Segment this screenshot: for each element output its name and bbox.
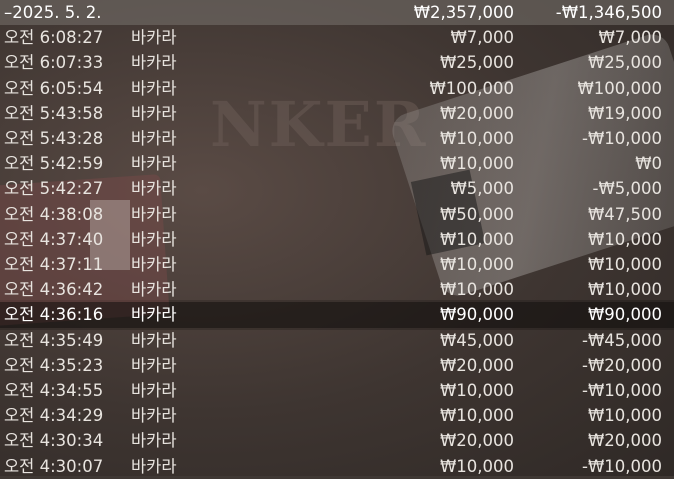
table-row[interactable]: 오전 5:42:27 바카라 ₩5,000 -₩5,000 <box>0 176 674 201</box>
table-row[interactable]: 오전 5:43:28 바카라 ₩10,000 -₩10,000 <box>0 126 674 151</box>
table-row[interactable]: 오전 4:36:16 바카라 ₩90,000 ₩90,000 <box>0 302 674 328</box>
row-win-amount: ₩0 <box>635 154 662 174</box>
row-time: 오전 4:34:55 <box>4 381 104 400</box>
row-game: 바카라 <box>131 456 177 476</box>
row-game: 바카라 <box>131 229 177 249</box>
row-game: 바카라 <box>131 255 177 274</box>
row-bet-amount: ₩10,000 <box>439 154 514 174</box>
row-time: 오전 6:07:33 <box>4 53 104 73</box>
table-row[interactable]: 오전 4:37:40 바카라 ₩10,000 ₩10,000 <box>0 227 674 252</box>
row-time: 오전 4:30:07 <box>4 456 104 476</box>
row-win-amount: ₩10,000 <box>587 229 662 249</box>
total-bet: ₩2,357,000 <box>413 3 514 22</box>
row-bet-amount: ₩5,000 <box>450 179 514 199</box>
row-bet-amount: ₩90,000 <box>439 305 514 325</box>
row-win-amount: ₩100,000 <box>577 78 662 98</box>
row-time: 오전 4:35:49 <box>4 330 104 350</box>
row-time: 오전 4:38:08 <box>4 204 104 224</box>
row-bet-amount: ₩10,000 <box>439 229 514 249</box>
row-bet-amount: ₩20,000 <box>439 103 514 123</box>
row-win-amount: ₩19,000 <box>587 103 662 123</box>
row-bet-amount: ₩10,000 <box>439 280 514 300</box>
row-win-amount: ₩20,000 <box>587 431 662 451</box>
row-win-amount: ₩10,000 <box>587 406 662 426</box>
row-bet-amount: ₩10,000 <box>439 456 514 476</box>
row-game: 바카라 <box>131 280 177 300</box>
row-game: 바카라 <box>131 355 177 375</box>
row-time: 오전 5:42:59 <box>4 154 104 174</box>
table-row[interactable]: 오전 4:35:23 바카라 ₩20,000 -₩20,000 <box>0 353 674 378</box>
row-game: 바카라 <box>131 179 177 199</box>
row-win-amount: -₩5,000 <box>592 179 662 199</box>
row-bet-amount: ₩10,000 <box>439 255 514 274</box>
row-win-amount: -₩10,000 <box>581 381 662 400</box>
row-game: 바카라 <box>131 103 177 123</box>
row-win-amount: ₩25,000 <box>587 53 662 73</box>
row-win-amount: ₩47,500 <box>587 204 662 224</box>
row-time: 오전 4:34:29 <box>4 406 104 426</box>
row-time: 오전 4:30:34 <box>4 431 104 451</box>
table-row[interactable]: 오전 4:38:08 바카라 ₩50,000 ₩47,500 <box>0 202 674 227</box>
row-game: 바카라 <box>131 406 177 426</box>
row-time: 오전 4:35:23 <box>4 355 104 375</box>
row-win-amount: -₩10,000 <box>581 456 662 476</box>
date-label: –2025. 5. 2. <box>4 3 102 22</box>
row-bet-amount: ₩10,000 <box>439 129 514 148</box>
bet-history-list: –2025. 5. 2. ₩2,357,000 -₩1,346,500 오전 6… <box>0 0 674 476</box>
table-row[interactable]: 오전 4:34:29 바카라 ₩10,000 ₩10,000 <box>0 403 674 428</box>
row-bet-amount: ₩20,000 <box>439 431 514 451</box>
table-row[interactable]: 오전 5:42:59 바카라 ₩10,000 ₩0 <box>0 151 674 176</box>
row-game: 바카라 <box>131 330 177 350</box>
row-bet-amount: ₩10,000 <box>439 381 514 400</box>
row-win-amount: -₩45,000 <box>581 330 662 350</box>
row-time: 오전 5:43:58 <box>4 103 104 123</box>
row-win-amount: -₩20,000 <box>581 355 662 375</box>
date-summary-row[interactable]: –2025. 5. 2. ₩2,357,000 -₩1,346,500 <box>0 0 674 26</box>
row-time: 오전 6:05:54 <box>4 78 104 98</box>
table-row[interactable]: 오전 4:35:49 바카라 ₩45,000 -₩45,000 <box>0 328 674 353</box>
table-row[interactable]: 오전 4:30:07 바카라 ₩10,000 -₩10,000 <box>0 454 674 479</box>
row-game: 바카라 <box>131 154 177 174</box>
total-win: -₩1,346,500 <box>555 3 662 22</box>
row-win-amount: ₩10,000 <box>587 280 662 300</box>
row-game: 바카라 <box>131 305 177 325</box>
row-win-amount: ₩7,000 <box>598 28 662 48</box>
row-game: 바카라 <box>131 78 177 98</box>
row-game: 바카라 <box>131 431 177 451</box>
table-row[interactable]: 오전 6:05:54 바카라 ₩100,000 ₩100,000 <box>0 76 674 101</box>
row-win-amount: ₩10,000 <box>587 255 662 274</box>
row-time: 오전 4:37:11 <box>4 255 104 274</box>
row-game: 바카라 <box>131 53 177 73</box>
row-bet-amount: ₩50,000 <box>439 204 514 224</box>
row-time: 오전 5:42:27 <box>4 179 104 199</box>
table-row[interactable]: 오전 4:34:55 바카라 ₩10,000 -₩10,000 <box>0 378 674 403</box>
table-row[interactable]: 오전 4:36:42 바카라 ₩10,000 ₩10,000 <box>0 277 674 302</box>
row-win-amount: ₩90,000 <box>587 305 662 325</box>
row-game: 바카라 <box>131 381 177 400</box>
row-bet-amount: ₩100,000 <box>429 78 514 98</box>
row-bet-amount: ₩25,000 <box>439 53 514 73</box>
row-game: 바카라 <box>131 129 177 148</box>
row-game: 바카라 <box>131 204 177 224</box>
row-game: 바카라 <box>131 28 177 48</box>
row-time: 오전 4:37:40 <box>4 229 104 249</box>
table-row[interactable]: 오전 4:30:34 바카라 ₩20,000 ₩20,000 <box>0 428 674 453</box>
row-win-amount: -₩10,000 <box>581 129 662 148</box>
table-row[interactable]: 오전 6:08:27 바카라 ₩7,000 ₩7,000 <box>0 25 674 50</box>
row-bet-amount: ₩10,000 <box>439 406 514 426</box>
table-row[interactable]: 오전 6:07:33 바카라 ₩25,000 ₩25,000 <box>0 50 674 75</box>
row-bet-amount: ₩20,000 <box>439 355 514 375</box>
row-time: 오전 6:08:27 <box>4 28 104 48</box>
row-bet-amount: ₩7,000 <box>450 28 514 48</box>
row-bet-amount: ₩45,000 <box>439 330 514 350</box>
table-row[interactable]: 오전 5:43:58 바카라 ₩20,000 ₩19,000 <box>0 101 674 126</box>
table-row[interactable]: 오전 4:37:11 바카라 ₩10,000 ₩10,000 <box>0 252 674 277</box>
row-time: 오전 5:43:28 <box>4 129 104 148</box>
row-time: 오전 4:36:42 <box>4 280 104 300</box>
row-time: 오전 4:36:16 <box>4 305 104 325</box>
